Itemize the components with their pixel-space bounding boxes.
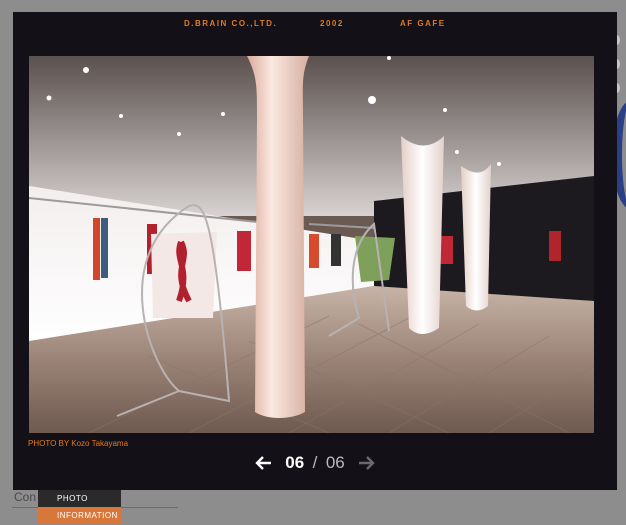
gallery-photo[interactable] [29,56,594,433]
arrow-right-icon[interactable] [357,454,375,472]
year-label: 2002 [320,19,344,28]
current-page: 06 [285,453,305,472]
menu-item-photo[interactable]: PHOTO [38,490,121,507]
page-separator: / [312,453,318,472]
gallery-pager: 06 / 06 [13,453,617,477]
lightbox-header: D.BRAIN CO.,LTD. 2002 AF GAFE [13,12,617,36]
total-pages: 06 [325,453,345,472]
project-name: AF GAFE [400,19,446,28]
arrow-left-icon[interactable] [255,454,273,472]
bottom-menu: PHOTO INFORMATION [38,490,121,524]
background-text: Con [14,490,37,504]
menu-item-information[interactable]: INFORMATION [38,507,121,524]
photo-credit: PHOTO BY Kozo Takayama [28,439,129,448]
company-name: D.BRAIN CO.,LTD. [184,19,278,28]
photo-lightbox: D.BRAIN CO.,LTD. 2002 AF GAFE PHOTO BY K… [13,12,617,490]
store-interior-image [29,56,594,433]
